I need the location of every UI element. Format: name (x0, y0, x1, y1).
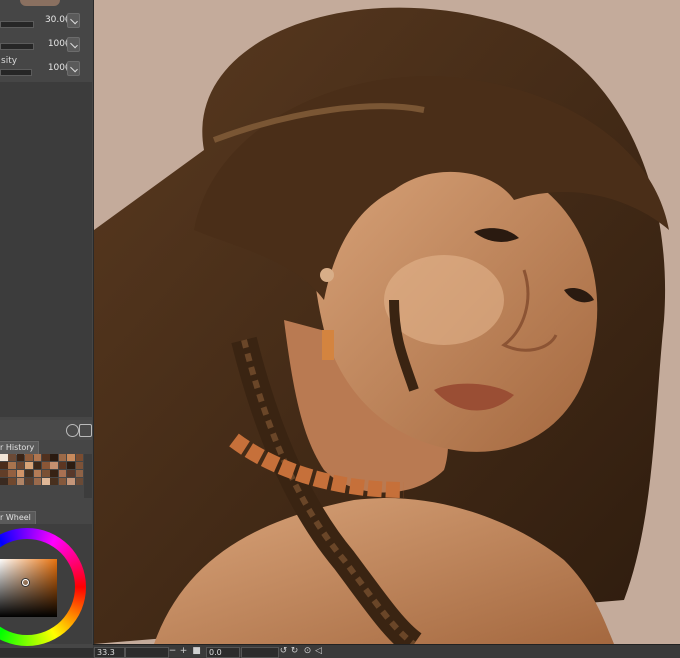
portrait-artwork (94, 0, 680, 644)
rotate-slider[interactable] (241, 647, 279, 658)
zoom-field[interactable]: 33.3 (94, 647, 125, 658)
color-history-swatch[interactable] (58, 477, 67, 486)
color-history-swatch[interactable] (8, 461, 16, 470)
color-history-swatch[interactable] (58, 454, 67, 462)
opacity-row: 100 ▲▼ (0, 32, 92, 54)
color-history-swatch[interactable] (16, 461, 25, 470)
color-history-swatch[interactable] (50, 461, 58, 470)
brush-size-slider[interactable] (0, 21, 34, 28)
color-history-swatch[interactable] (8, 477, 16, 486)
tool-property-empty-area (0, 82, 92, 417)
color-history-swatch[interactable] (16, 454, 25, 462)
reset-icon[interactable] (66, 424, 79, 437)
zoom-in-icon[interactable]: + (179, 646, 188, 656)
color-history-swatch[interactable] (0, 461, 8, 470)
color-history-swatch[interactable] (75, 469, 84, 478)
rotate-left-icon[interactable]: ↺ (279, 646, 288, 656)
color-history-swatch[interactable] (16, 469, 25, 478)
color-history-swatch[interactable] (67, 469, 75, 478)
color-history-swatch[interactable] (50, 477, 58, 486)
color-history-swatch[interactable] (50, 454, 58, 462)
status-bar: 33.3 − + ■ 0.0 ↺ ↻ ⊙ ◁ (93, 644, 680, 658)
color-history-swatch[interactable] (33, 477, 42, 486)
color-history-swatch[interactable] (33, 469, 42, 478)
density-label: sity (1, 56, 18, 66)
color-wheel-panel (0, 524, 92, 646)
color-history-swatch[interactable] (75, 477, 84, 486)
left-panel: 30.0 ▲▼ 100 ▲▼ sity 100 ▲▼ r History r W… (0, 0, 94, 657)
density-row: sity 100 ▲▼ (0, 56, 92, 78)
color-history-swatch[interactable] (8, 454, 16, 462)
color-history-swatch[interactable] (67, 477, 75, 486)
flip-icon[interactable]: ◁ (314, 646, 323, 656)
color-picker-marker[interactable] (22, 579, 29, 586)
color-history-swatch[interactable] (0, 469, 8, 478)
color-history-swatch[interactable] (41, 477, 50, 486)
color-history-swatch[interactable] (16, 477, 25, 486)
canvas[interactable] (94, 0, 680, 644)
opacity-value[interactable]: 100 (48, 39, 65, 49)
color-history-swatch[interactable] (67, 461, 75, 470)
fit-icon[interactable]: ■ (192, 646, 201, 656)
density-slider[interactable] (0, 69, 32, 76)
angle-field[interactable]: 0.0 (206, 647, 240, 658)
settings-icon[interactable] (79, 424, 92, 437)
color-history-swatch[interactable] (0, 477, 8, 486)
ear-stud (320, 268, 334, 282)
rotate-right-icon[interactable]: ↻ (290, 646, 299, 656)
color-history-swatch[interactable] (33, 454, 42, 462)
color-history-grid (0, 454, 92, 498)
cheek-highlight (384, 255, 504, 345)
saturation-value-square[interactable] (0, 559, 57, 617)
color-history-scrollbar[interactable] (84, 454, 92, 498)
brush-size-row: 30.0 ▲▼ (0, 8, 92, 30)
zoom-slider[interactable] (125, 647, 169, 658)
color-history-swatch[interactable] (25, 477, 33, 486)
color-history-swatch[interactable] (58, 461, 67, 470)
color-history-swatch[interactable] (25, 454, 33, 462)
pen-pressure-icon[interactable] (67, 61, 80, 76)
color-history-swatch[interactable] (8, 469, 16, 478)
tab-color-history[interactable]: r History (0, 441, 40, 455)
color-history-swatch[interactable] (25, 469, 33, 478)
brush-size-value[interactable]: 30.0 (45, 15, 65, 25)
color-history-swatch[interactable] (41, 469, 50, 478)
color-history-swatch[interactable] (75, 461, 84, 470)
color-history-swatch[interactable] (67, 454, 75, 462)
panel-status (0, 648, 93, 657)
color-history-swatch[interactable] (41, 461, 50, 470)
color-history-swatch[interactable] (75, 454, 84, 462)
color-history-swatch[interactable] (0, 454, 8, 462)
color-history-swatch[interactable] (58, 469, 67, 478)
density-value[interactable]: 100 (48, 63, 65, 73)
tool-property-footer (0, 420, 92, 440)
earring (322, 330, 334, 360)
tab-color-wheel[interactable]: r Wheel (0, 511, 36, 525)
pen-pressure-icon[interactable] (67, 37, 80, 52)
color-history-swatch[interactable] (50, 469, 58, 478)
brush-preview-thumbnail (20, 0, 60, 6)
color-history-swatch[interactable] (33, 461, 42, 470)
pen-pressure-icon[interactable] (67, 13, 80, 28)
opacity-slider[interactable] (0, 43, 34, 50)
reset-rotation-icon[interactable]: ⊙ (303, 646, 312, 656)
color-history-swatch[interactable] (25, 461, 33, 470)
color-history-swatch[interactable] (41, 454, 50, 462)
zoom-out-icon[interactable]: − (168, 646, 177, 656)
